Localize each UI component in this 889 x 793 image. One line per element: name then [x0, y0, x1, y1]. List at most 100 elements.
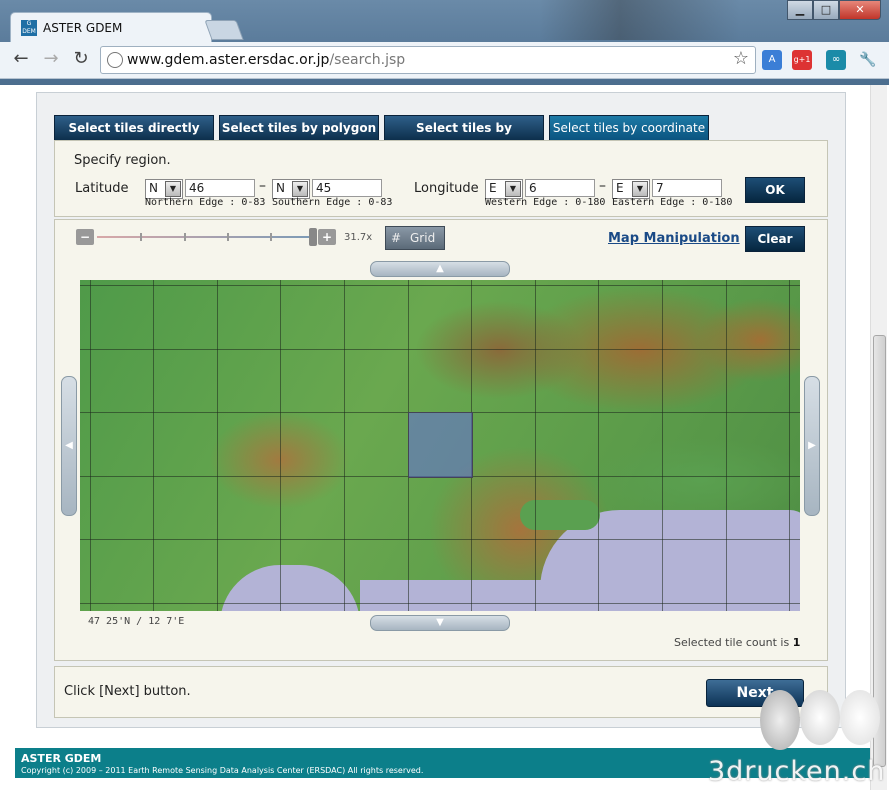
cursor-coordinates: 47 25'N / 12 7'E — [88, 616, 185, 627]
zoom-in-button[interactable]: + — [318, 229, 336, 245]
tab-select-directly[interactable]: Select tiles directly — [54, 115, 214, 141]
selected-count-label: Selected tile count is — [674, 636, 790, 649]
watermark-text: 3drucken.ch — [708, 756, 886, 787]
vertical-scrollbar[interactable] — [870, 85, 887, 790]
region-heading: Specify region. — [74, 153, 171, 168]
latitude-label: Latitude — [75, 181, 129, 196]
grid-line — [80, 603, 800, 604]
south-hemisphere-value: N — [276, 181, 285, 195]
zoom-out-button[interactable]: − — [76, 229, 94, 245]
mascot-chick-icon — [800, 690, 840, 745]
browser-tab[interactable]: G DEM ASTER GDEM — [10, 12, 212, 43]
chevron-down-icon: ▼ — [632, 181, 648, 197]
address-bar[interactable]: www.gdem.aster.ersdac.or.jp/search.jsp ☆ — [100, 46, 756, 74]
tab-select-shapefile[interactable]: Select tiles by shapefile — [384, 115, 544, 159]
url-text: www.gdem.aster.ersdac.or.jp/search.jsp — [127, 52, 405, 68]
browser-chrome: G DEM ASTER GDEM ▁ □ ✕ ← → ↻ www.gdem.as… — [0, 0, 889, 85]
footer-title: ASTER GDEM — [21, 752, 102, 765]
grid-line — [789, 280, 790, 611]
tab-title: ASTER GDEM — [43, 21, 123, 35]
grid-line — [80, 285, 800, 286]
chevron-down-icon: ▼ — [165, 181, 181, 197]
back-icon[interactable]: ← — [10, 48, 32, 70]
zoom-level: 31.7x — [344, 232, 373, 243]
close-button[interactable]: ✕ — [839, 0, 881, 20]
grid-icon: # — [391, 231, 402, 245]
grid-line — [598, 280, 599, 611]
zoom-slider-track — [97, 236, 317, 238]
zoom-tick — [140, 233, 142, 241]
south-edge-hint: Southern Edge : 0-83 — [272, 197, 393, 208]
longitude-label: Longitude — [414, 181, 479, 196]
grid-line — [344, 280, 345, 611]
minimize-button[interactable]: ▁ — [787, 0, 813, 20]
map-manipulation-link[interactable]: Map Manipulation — [608, 231, 740, 246]
selected-tile[interactable] — [408, 412, 473, 478]
east-edge-hint: Eastern Edge : 0-180 — [612, 197, 733, 208]
north-hemisphere-value: N — [149, 181, 158, 195]
theme-decoration — [540, 0, 740, 40]
pan-down-button[interactable]: ▼ — [370, 615, 510, 631]
translate-icon[interactable]: A — [762, 50, 782, 70]
bookmark-star-icon[interactable]: ☆ — [733, 48, 749, 69]
grid-line — [535, 280, 536, 611]
zoom-tick — [270, 233, 272, 241]
north-edge-input[interactable]: 46 — [185, 179, 255, 197]
next-instruction: Click [Next] button. — [64, 684, 191, 699]
east-hemisphere-value: E — [616, 181, 624, 195]
west-edge-hint: Western Edge : 0-180 — [485, 197, 606, 208]
globe-icon — [107, 52, 123, 68]
grid-line — [80, 539, 800, 540]
zoom-tick — [184, 233, 186, 241]
browser-toolbar: ← → ↻ www.gdem.aster.ersdac.or.jp/search… — [0, 42, 889, 79]
chevron-down-icon: ▼ — [505, 181, 521, 197]
new-tab-button[interactable] — [204, 20, 244, 40]
maximize-button[interactable]: □ — [813, 0, 839, 20]
infinity-icon[interactable]: ∞ — [826, 50, 846, 70]
grid-line — [726, 280, 727, 611]
zoom-slider-handle[interactable] — [309, 228, 317, 246]
ok-button[interactable]: OK — [745, 177, 805, 203]
favicon-icon: G DEM — [21, 20, 37, 36]
pan-left-button[interactable]: ◀ — [61, 376, 77, 516]
mascot-chick-icon — [760, 690, 800, 750]
east-hemisphere-select[interactable]: E ▼ — [612, 179, 650, 199]
zoom-slider[interactable] — [97, 233, 317, 241]
latitude-dash: – — [259, 178, 266, 194]
selected-count-value: 1 — [792, 636, 801, 649]
pan-right-button[interactable]: ▶ — [804, 376, 820, 516]
west-hemisphere-select[interactable]: E ▼ — [485, 179, 523, 199]
grid-line — [662, 280, 663, 611]
grid-line — [217, 280, 218, 611]
wrench-icon[interactable]: 🔧 — [858, 50, 878, 70]
north-edge-hint: Northern Edge : 0-83 — [145, 197, 266, 208]
google-plus-icon[interactable]: g+1 — [792, 50, 812, 70]
tab-select-coordinate[interactable]: Select tiles by coordinate — [549, 115, 709, 141]
grid-toggle-button[interactable]: # Grid — [385, 226, 445, 250]
north-hemisphere-select[interactable]: N ▼ — [145, 179, 183, 199]
mascot-chick-icon — [840, 690, 880, 745]
grid-line — [153, 280, 154, 611]
grid-line — [80, 349, 800, 350]
sea-area — [220, 565, 360, 611]
longitude-dash: – — [599, 178, 606, 194]
pan-up-button[interactable]: ▲ — [370, 261, 510, 277]
terrain-map[interactable] — [80, 280, 800, 611]
url-path: /search.jsp — [329, 52, 406, 68]
west-edge-input[interactable]: 6 — [525, 179, 595, 197]
grid-line — [280, 280, 281, 611]
grid-line — [90, 280, 91, 611]
zoom-tick — [227, 233, 229, 241]
west-hemisphere-value: E — [489, 181, 497, 195]
url-host: www.gdem.aster.ersdac.or.jp — [127, 52, 330, 68]
forward-icon[interactable]: → — [40, 48, 62, 70]
clear-button[interactable]: Clear — [745, 226, 805, 252]
tab-select-polygon[interactable]: Select tiles by polygon — [219, 115, 379, 141]
coast-strip — [520, 500, 600, 530]
south-hemisphere-select[interactable]: N ▼ — [272, 179, 310, 199]
south-edge-input[interactable]: 45 — [312, 179, 382, 197]
east-edge-input[interactable]: 7 — [652, 179, 722, 197]
reload-icon[interactable]: ↻ — [70, 48, 92, 70]
footer-copyright: Copyright (c) 2009 – 2011 Earth Remote S… — [21, 766, 424, 775]
window-controls: ▁ □ ✕ — [787, 0, 881, 20]
